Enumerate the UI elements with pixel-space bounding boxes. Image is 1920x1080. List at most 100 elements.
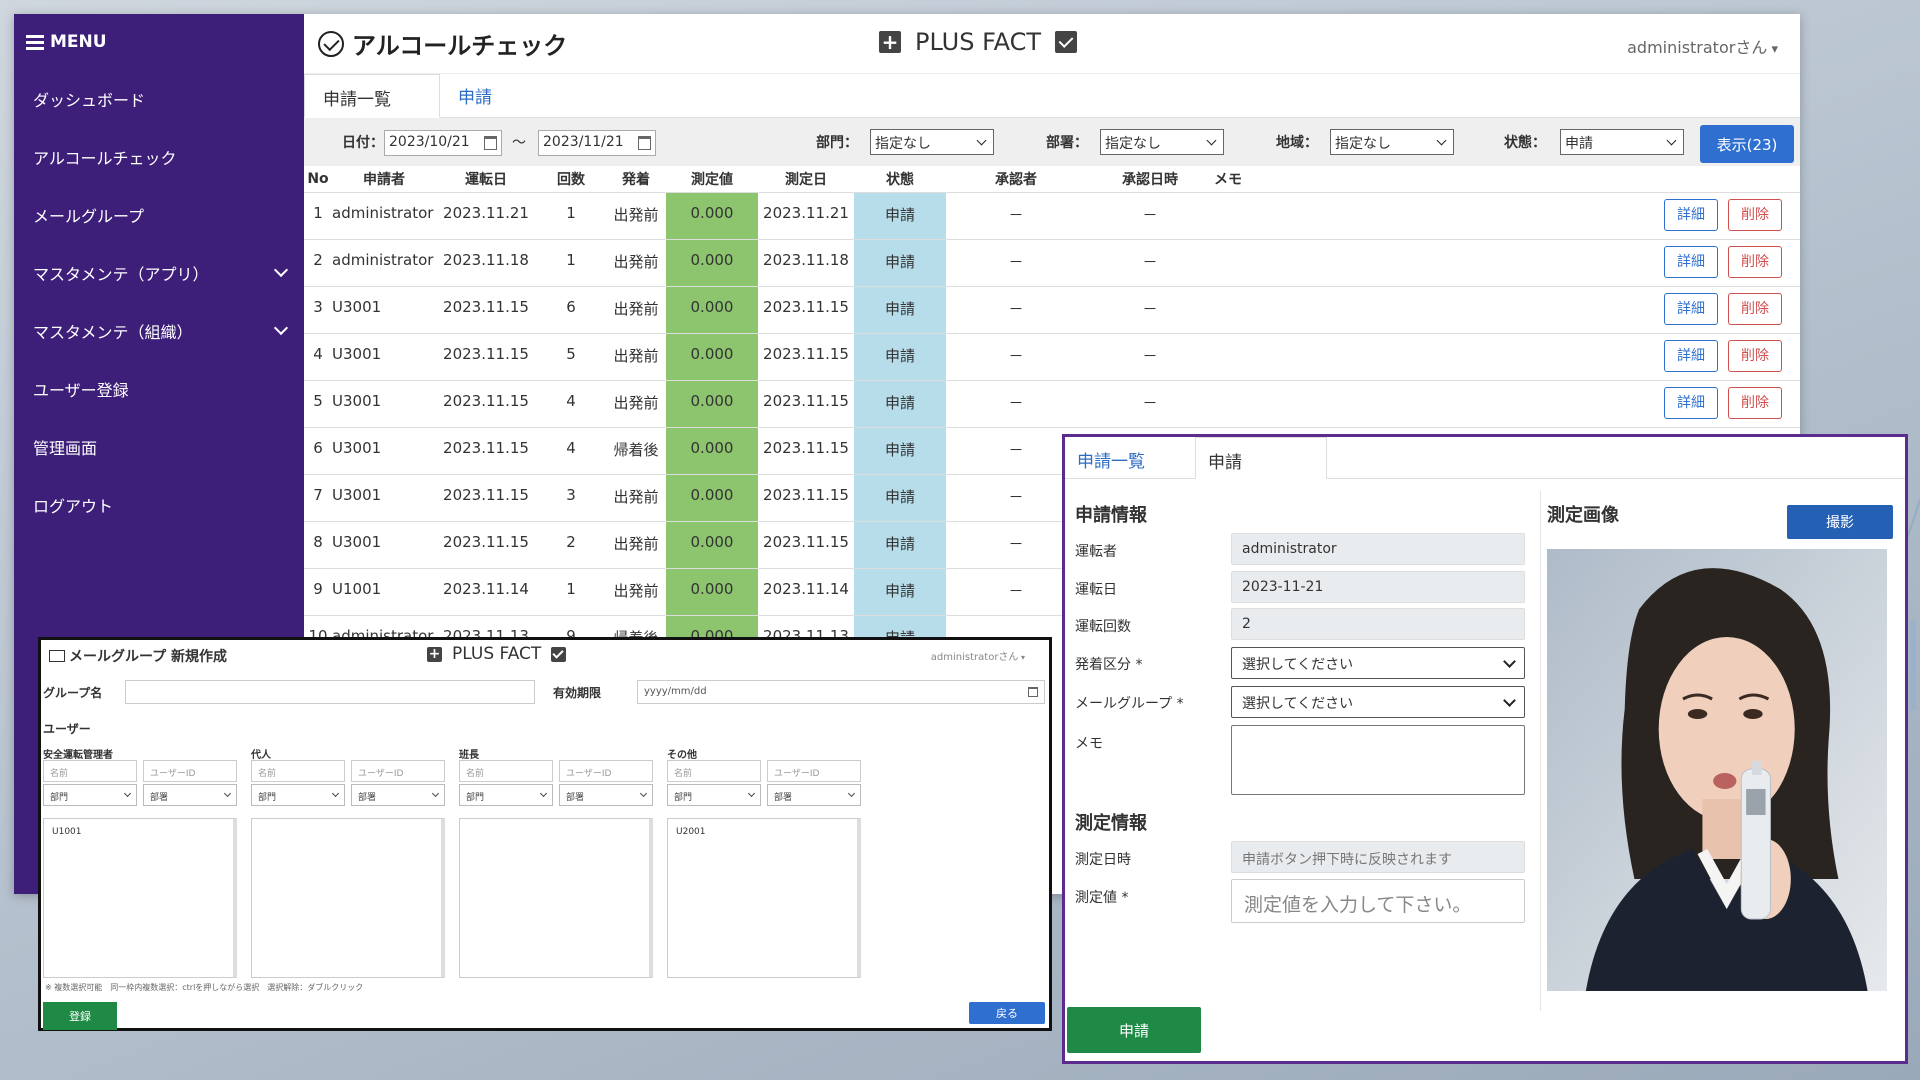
col-header-approved-at: 承認日時 — [1122, 171, 1178, 188]
row-count: 1 — [536, 567, 606, 615]
sidebar-item-dashboard[interactable]: ダッシュボード — [14, 70, 304, 128]
person-breathalyzer-illustration — [1547, 549, 1887, 991]
dept-filter-select[interactable]: 部門 — [43, 784, 137, 806]
section-filter-select[interactable]: 部署 — [351, 784, 445, 806]
table-row[interactable]: 1 administrator 2023.11.21 1 出発前 0.000 2023.11… — [304, 191, 1800, 239]
tab-application-list[interactable]: 申請一覧 — [304, 74, 440, 118]
delete-button[interactable]: 削除 — [1728, 292, 1782, 325]
dept-filter-select[interactable]: 部門 — [251, 784, 345, 806]
menu-header[interactable]: MENU — [14, 14, 304, 70]
measurement-image-title: 測定画像 — [1547, 505, 1619, 526]
row-arrival: 出発前 — [606, 332, 666, 380]
tab-apply[interactable]: 申請 — [1195, 437, 1327, 479]
user-menu[interactable]: administratorさん — [931, 648, 1025, 663]
capture-button[interactable]: 撮影 — [1787, 505, 1893, 539]
delete-button[interactable]: 削除 — [1728, 386, 1782, 419]
group-name-input[interactable] — [125, 680, 535, 704]
row-actions: 詳細 削除 — [1646, 285, 1800, 333]
delete-button[interactable]: 削除 — [1728, 245, 1782, 278]
mail-group-select[interactable]: 選択してください — [1231, 686, 1525, 718]
row-arrival: 出発前 — [606, 191, 666, 239]
back-button[interactable]: 戻る — [969, 1002, 1045, 1024]
sidebar-item-master-org[interactable]: マスタメンテ（組織） — [14, 302, 304, 360]
user-listbox[interactable]: U2001 — [667, 818, 861, 978]
detail-button[interactable]: 詳細 — [1664, 245, 1718, 278]
row-status: 申請 — [854, 567, 946, 615]
sidebar-item-mail-group[interactable]: メールグループ — [14, 186, 304, 244]
table-row[interactable]: 4 U3001 2023.11.15 5 出発前 0.000 2023.11.15 申請－－詳… — [304, 332, 1800, 380]
row-measure-value: 0.000 — [666, 332, 758, 380]
row-arrival: 帰着後 — [606, 426, 666, 474]
row-drive-date: 2023.11.15 — [436, 520, 536, 568]
row-memo — [1214, 191, 1646, 239]
row-count: 6 — [536, 285, 606, 333]
checkbox-icon — [551, 646, 567, 662]
sidebar-item-label: メールグループ — [33, 207, 145, 226]
detail-button[interactable]: 詳細 — [1664, 292, 1718, 325]
date-from-input[interactable]: 2023/10/21 — [384, 130, 502, 156]
date-to-input[interactable]: 2023/11/21 — [538, 130, 656, 156]
row-memo — [1214, 379, 1646, 427]
name-filter-input[interactable]: 名前 — [667, 760, 761, 782]
tab-application-list[interactable]: 申請一覧 — [1065, 437, 1195, 479]
user-id-filter-input[interactable]: ユーザーID — [351, 760, 445, 782]
memo-textarea[interactable] — [1231, 725, 1525, 795]
user-id-filter-input[interactable]: ユーザーID — [559, 760, 653, 782]
delete-button[interactable]: 削除 — [1728, 198, 1782, 231]
row-actions: 詳細 削除 — [1646, 379, 1800, 427]
row-measure-value: 0.000 — [666, 285, 758, 333]
col-header-applicant: 申請者 — [363, 171, 405, 188]
calendar-icon[interactable] — [484, 136, 497, 150]
table-row[interactable]: 2 administrator 2023.11.18 1 出発前 0.000 2023.11… — [304, 238, 1800, 286]
sidebar-item-alcohol-check[interactable]: アルコールチェック — [14, 128, 304, 186]
show-button[interactable]: 表示(23) — [1700, 125, 1794, 163]
register-button[interactable]: 登録 — [43, 1002, 117, 1030]
submit-button[interactable]: 申請 — [1067, 1007, 1201, 1053]
row-measure-date: 2023.11.15 — [758, 379, 854, 427]
delete-button[interactable]: 削除 — [1728, 339, 1782, 372]
arrival-type-select[interactable]: 選択してください — [1231, 647, 1525, 679]
section-select[interactable]: 指定なし — [1100, 129, 1224, 155]
table-row[interactable]: 5 U3001 2023.11.15 4 出発前 0.000 2023.11.15 申請－－詳… — [304, 379, 1800, 427]
table-row[interactable]: 3 U3001 2023.11.15 6 出発前 0.000 2023.11.15 申請－－詳… — [304, 285, 1800, 333]
row-count: 3 — [536, 473, 606, 521]
row-measure-date: 2023.11.15 — [758, 520, 854, 568]
user-listbox[interactable] — [459, 818, 653, 978]
name-filter-input[interactable]: 名前 — [43, 760, 137, 782]
user-listbox[interactable]: U1001 — [43, 818, 237, 978]
sidebar-item-master-app[interactable]: マスタメンテ（アプリ） — [14, 244, 304, 302]
dept-filter-select[interactable]: 部門 — [459, 784, 553, 806]
name-filter-input[interactable]: 名前 — [251, 760, 345, 782]
user-listbox[interactable] — [251, 818, 445, 978]
row-approved-at: － — [1086, 238, 1214, 286]
row-status: 申請 — [854, 473, 946, 521]
dept-select[interactable]: 指定なし — [870, 129, 994, 155]
measure-value-input[interactable]: 測定値を入力して下さい。 — [1231, 879, 1525, 923]
sidebar-item-logout[interactable]: ログアウト — [14, 476, 304, 534]
section-filter-select[interactable]: 部署 — [143, 784, 237, 806]
detail-button[interactable]: 詳細 — [1664, 198, 1718, 231]
user-menu[interactable]: administratorさん — [1627, 34, 1778, 58]
user-id-filter-input[interactable]: ユーザーID — [143, 760, 237, 782]
name-filter-input[interactable]: 名前 — [459, 760, 553, 782]
application-tab-bar: 申請一覧 申請 — [1065, 437, 1905, 479]
row-no: 9 — [304, 567, 332, 615]
row-approver: － — [946, 191, 1086, 239]
detail-button[interactable]: 詳細 — [1664, 386, 1718, 419]
user-id-filter-input[interactable]: ユーザーID — [767, 760, 861, 782]
dept-filter-select[interactable]: 部門 — [667, 784, 761, 806]
sidebar-item-admin[interactable]: 管理画面 — [14, 418, 304, 476]
calendar-icon[interactable] — [1028, 687, 1038, 697]
row-no: 5 — [304, 379, 332, 427]
status-select[interactable]: 申請 — [1560, 129, 1684, 155]
calendar-icon[interactable] — [638, 136, 651, 150]
mail-group-window: メールグループ 新規作成 + PLUS FACT administratorさん… — [38, 637, 1052, 1031]
expiry-input[interactable]: yyyy/mm/dd — [637, 680, 1045, 704]
sidebar-item-user-registration[interactable]: ユーザー登録 — [14, 360, 304, 418]
detail-button[interactable]: 詳細 — [1664, 339, 1718, 372]
section-filter-select[interactable]: 部署 — [559, 784, 653, 806]
region-select[interactable]: 指定なし — [1330, 129, 1454, 155]
section-filter-select[interactable]: 部署 — [767, 784, 861, 806]
row-approver: － — [946, 285, 1086, 333]
tab-apply[interactable]: 申請 — [440, 73, 510, 117]
